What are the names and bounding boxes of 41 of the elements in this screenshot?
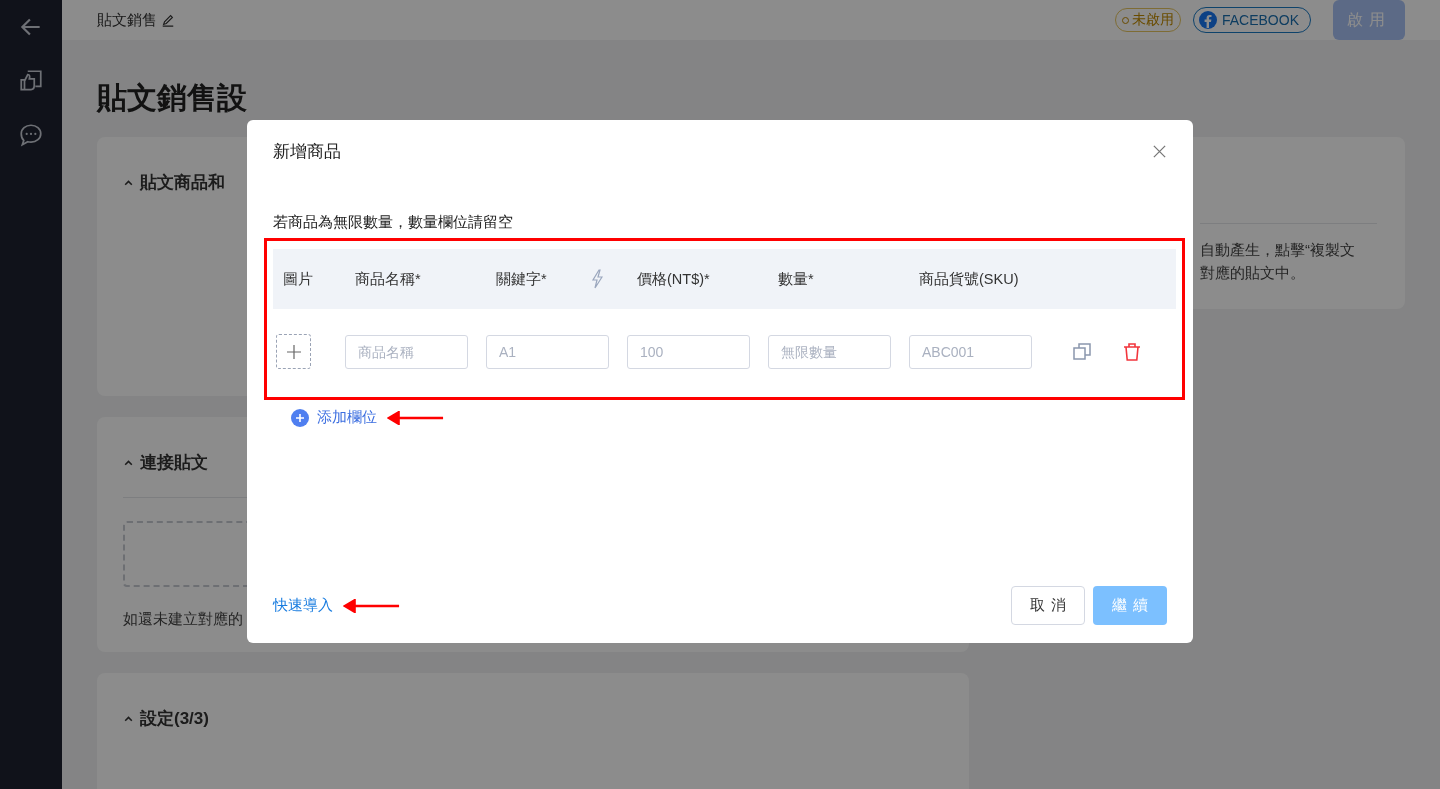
column-header: 商品名稱*	[355, 269, 421, 289]
info-text: 自動產生，點擊“複製文	[1200, 240, 1356, 260]
notice-text: 若商品為無限數量，數量欄位請留空	[273, 213, 514, 232]
arrow-icon	[387, 410, 445, 425]
chevron-icon[interactable]	[123, 177, 134, 188]
section-title[interactable]: 貼文商品和	[140, 171, 225, 194]
image-upload[interactable]	[276, 334, 311, 369]
section-title[interactable]: 連接貼文	[140, 451, 208, 474]
arrow-icon	[343, 598, 401, 613]
section-title[interactable]: 設定(3/3)	[140, 707, 209, 730]
plus-icon	[286, 344, 301, 359]
input-field[interactable]: A1	[486, 334, 609, 369]
column-header: 價格(NT$)*	[637, 269, 710, 289]
page-header-title: 貼文銷售	[97, 10, 157, 30]
info-text: 對應的貼文中。	[1200, 263, 1306, 283]
facebook-icon	[1197, 10, 1218, 30]
input-field[interactable]: ABC001	[909, 334, 1032, 369]
trash-icon[interactable]	[1122, 341, 1142, 362]
lightning-icon[interactable]	[590, 269, 603, 289]
column-header: 圖片	[283, 269, 313, 289]
close-icon[interactable]	[1152, 144, 1167, 159]
chat-icon[interactable]	[18, 122, 44, 148]
page-title: 貼文銷售設	[97, 80, 248, 116]
quick-import-link[interactable]: 快速導入	[273, 596, 333, 615]
pencil-icon[interactable]	[161, 13, 175, 27]
chevron-icon[interactable]	[123, 457, 134, 468]
copy-icon[interactable]	[1072, 341, 1092, 362]
chevron-icon[interactable]	[123, 713, 134, 724]
cancel-button[interactable]: 取消	[1011, 586, 1085, 625]
input-field[interactable]: 100	[627, 334, 750, 369]
input-field[interactable]: 商品名稱	[345, 334, 468, 369]
column-header: 關鍵字*	[496, 269, 547, 289]
add-row-link[interactable]: 添加欄位	[291, 408, 377, 427]
input-field[interactable]: 無限數量	[768, 334, 891, 369]
plus-icon	[291, 408, 309, 427]
column-header: 商品貨號(SKU)	[919, 269, 1019, 289]
hint-text: 如還未建立對應的	[123, 610, 244, 629]
column-header: 數量*	[778, 269, 814, 289]
thumbs-up-icon[interactable]	[18, 68, 44, 94]
platform-label: FACEBOOK	[1221, 12, 1299, 28]
dialog-title: 新增商品	[273, 141, 341, 163]
